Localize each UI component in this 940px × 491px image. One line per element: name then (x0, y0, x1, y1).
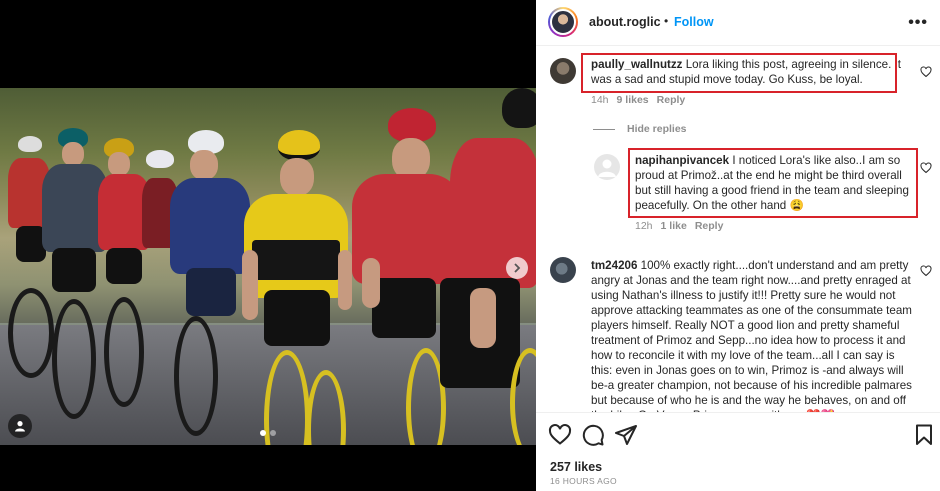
comment-meta: 12h 1 like Reply (635, 220, 723, 232)
comment-body: tm24206 100% exactly right....don't unde… (591, 258, 913, 412)
user-tag-button[interactable] (8, 414, 32, 438)
comment-time[interactable]: 12h (635, 220, 653, 232)
default-avatar-icon (598, 159, 616, 177)
carousel-dot (260, 430, 266, 436)
commenter-avatar[interactable] (594, 154, 620, 180)
post-actions: 257 likes 16 HOURS AGO (536, 412, 940, 491)
next-media-button[interactable] (506, 257, 528, 279)
highlight-box (628, 148, 918, 218)
comment-like-heart-icon[interactable] (920, 265, 932, 277)
carousel-dots (260, 430, 276, 436)
post-header: about.roglic • Follow ••• (536, 0, 940, 46)
follow-button[interactable]: Follow (674, 15, 714, 29)
comment-like-heart-icon[interactable] (920, 162, 932, 174)
heart-icon[interactable] (548, 423, 572, 447)
highlight-box (581, 53, 897, 93)
comment-like-heart-icon[interactable] (920, 66, 932, 78)
reply-button[interactable]: Reply (657, 94, 686, 106)
comment-likes[interactable]: 9 likes (617, 94, 649, 106)
commenter-avatar[interactable] (550, 257, 576, 283)
separator-dot: • (664, 14, 669, 28)
comments-list: paully_wallnutzz Lora liking this post, … (536, 46, 940, 412)
comment-meta: 14h 9 likes Reply (591, 94, 685, 106)
chevron-right-icon (514, 263, 521, 273)
user-tag-icon (15, 421, 25, 432)
comment-icon[interactable] (581, 423, 605, 447)
post-photo (0, 88, 536, 445)
likes-count[interactable]: 257 likes (550, 460, 602, 474)
more-options-button[interactable]: ••• (908, 14, 928, 32)
hide-replies-label: Hide replies (627, 123, 687, 135)
post-media (0, 0, 536, 491)
comment-text: 100% exactly right....don't understand a… (591, 259, 912, 412)
author-avatar[interactable] (548, 7, 578, 37)
post-sidebar: about.roglic • Follow ••• paully_wallnut… (536, 0, 940, 491)
comment-time[interactable]: 14h (591, 94, 609, 106)
paper-plane-icon[interactable] (614, 423, 638, 447)
author-username[interactable]: about.roglic (589, 15, 661, 29)
reply-button[interactable]: Reply (695, 220, 724, 232)
carousel-dot (270, 430, 276, 436)
comment-username[interactable]: tm24206 (591, 259, 637, 272)
post-timestamp: 16 HOURS AGO (550, 476, 617, 486)
comment-likes[interactable]: 1 like (661, 220, 687, 232)
bookmark-icon[interactable] (912, 423, 936, 447)
commenter-avatar[interactable] (550, 58, 576, 84)
hide-replies-toggle[interactable]: Hide replies (593, 123, 687, 135)
